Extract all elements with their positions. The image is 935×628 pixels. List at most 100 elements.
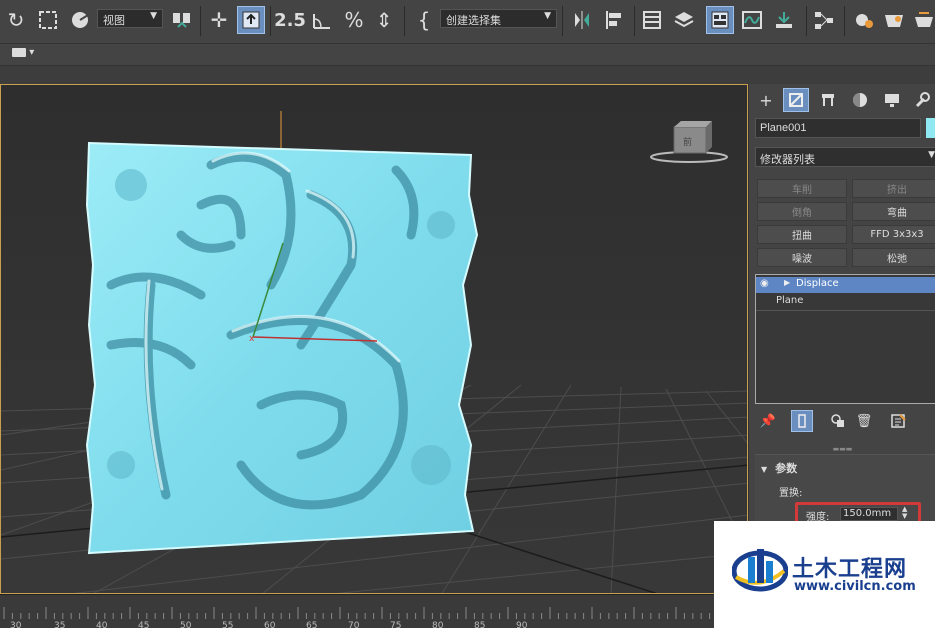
toolbar-divider (562, 6, 563, 36)
modifier-button-noise[interactable]: 噪波 (757, 248, 847, 267)
material-editor-icon[interactable] (850, 6, 878, 34)
timeline-tick-label: 90 (516, 621, 528, 628)
modify-tab-icon[interactable] (783, 88, 809, 112)
paint-select-icon[interactable] (66, 6, 94, 34)
perspective-viewport[interactable]: 前 x (0, 84, 748, 594)
timeline-tick-label: 50 (180, 621, 192, 628)
named-selection-value: 创建选择集 (446, 14, 501, 27)
secondary-toolbar: ▾ (0, 44, 935, 66)
eye-icon[interactable]: ◉ (760, 278, 769, 289)
stack-item-plane[interactable]: Plane (756, 294, 935, 310)
civilcn-logo-icon (732, 549, 788, 592)
configure-modifier-sets-icon[interactable] (887, 410, 909, 432)
make-unique-icon[interactable] (827, 410, 849, 432)
edit-named-selection-icon[interactable]: { (410, 6, 438, 34)
timeline-tick-label: 55 (222, 621, 234, 628)
strength-input[interactable]: 150.0mm (840, 507, 898, 521)
modifier-button-lathe[interactable]: 车削 (757, 179, 847, 198)
panel-resize-handle[interactable]: ▬▬▬ (749, 446, 935, 453)
modifier-button-bend[interactable]: 弯曲 (852, 202, 935, 221)
chevron-down-icon: ▾ (29, 47, 35, 58)
stack-item-label: Plane (776, 295, 804, 306)
mirror-icon[interactable] (568, 6, 596, 34)
curve-editor-icon[interactable] (738, 6, 766, 34)
viewcube-face-icon: 前 (683, 136, 692, 148)
timeline-tick-label: 65 (306, 621, 318, 628)
object-name-input[interactable] (755, 118, 921, 138)
displacement-group-label: 置换: (779, 488, 803, 499)
timeline-tick-label: 40 (96, 621, 108, 628)
spinner-snap-icon[interactable]: ⇕ (370, 6, 398, 34)
named-selection-dropdown[interactable]: 创建选择集 ▼ (440, 9, 557, 28)
timeline-tick-label: 85 (474, 621, 486, 628)
pivot-center-icon[interactable] (168, 6, 196, 34)
relief-plane-object[interactable] (85, 141, 479, 555)
timeline-tick-label: 75 (390, 621, 402, 628)
modifier-button-extrude[interactable]: 挤出 (852, 179, 935, 198)
modifier-list-dropdown[interactable]: 修改器列表 ▼ (755, 147, 935, 167)
snap-toggle-icon[interactable]: 2.5 (274, 6, 306, 34)
scene-explorer-icon[interactable] (638, 6, 666, 34)
timeline-tick-label: 30 (10, 621, 22, 628)
percent-snap-icon[interactable]: % (340, 6, 368, 34)
watermark-url: www.civilcn.com (794, 579, 916, 594)
rollout-header[interactable]: ▼ 参数 (761, 460, 797, 476)
toolbar-divider (200, 6, 201, 36)
angle-snap-icon[interactable] (308, 6, 336, 34)
chevron-down-icon: ▼ (928, 150, 935, 160)
timeline-tick-label: 80 (432, 621, 444, 628)
viewport-canvas: 前 x (1, 85, 747, 593)
main-toolbar: ↻ 视图 ▼ ✛ 2.5 % ⇕ { 创建选择集 ▼ (0, 0, 935, 44)
stack-item-displace[interactable]: ◉ ▶ Displace (756, 277, 935, 293)
expand-triangle-icon[interactable]: ▶ (784, 278, 790, 287)
window-icon (12, 47, 26, 57)
toolbar-divider (844, 6, 845, 36)
utilities-tab-icon[interactable] (909, 88, 935, 112)
render-setup-icon[interactable] (880, 6, 908, 34)
toolbar-divider (806, 6, 807, 36)
move-icon[interactable]: ✛ (205, 6, 233, 34)
dope-sheet-icon[interactable] (770, 6, 798, 34)
gizmo-x-axis-icon: x (249, 334, 255, 344)
snap-label: 2.5 (274, 9, 306, 31)
show-end-result-icon[interactable] (791, 410, 813, 432)
workspace-menu[interactable]: ▾ (12, 47, 34, 58)
motion-tab-icon[interactable] (847, 88, 873, 112)
modifier-button-twist[interactable]: 扭曲 (757, 225, 847, 244)
modifier-stack: ◉ ▶ Displace Plane (755, 274, 935, 404)
timeline-tick-label: 35 (54, 621, 66, 628)
pin-stack-icon[interactable]: 📌 (757, 410, 779, 432)
object-color-swatch[interactable] (926, 118, 935, 138)
chevron-down-icon: ▼ (544, 11, 551, 21)
reference-coord-value: 视图 (103, 14, 125, 27)
align-icon[interactable] (600, 6, 628, 34)
site-watermark: 土木工程网 www.civilcn.com (714, 521, 935, 628)
toolbar-divider (634, 6, 635, 36)
display-tab-icon[interactable] (879, 88, 905, 112)
collapse-triangle-icon: ▼ (761, 465, 768, 474)
toolbar-divider (404, 6, 405, 36)
schematic-view-icon[interactable] (810, 6, 838, 34)
remove-modifier-icon[interactable]: 🗑 (853, 410, 875, 432)
stack-divider (756, 310, 935, 311)
reference-coord-dropdown[interactable]: 视图 ▼ (97, 9, 163, 28)
timeline-tick-label: 60 (264, 621, 276, 628)
rollout-title-label: 参数 (775, 462, 798, 475)
command-panel: + 修改器列表 ▼ 车削 挤出 倒角 弯曲 扭曲 FFD 3x3x3 噪波 松弛… (748, 84, 935, 594)
layer-explorer-icon[interactable] (670, 6, 698, 34)
render-frame-icon[interactable] (910, 6, 935, 34)
modifier-button-bevel[interactable]: 倒角 (757, 202, 847, 221)
select-manipulate-icon[interactable] (237, 6, 265, 34)
modifier-button-relax[interactable]: 松弛 (852, 248, 935, 267)
hierarchy-tab-icon[interactable] (815, 88, 841, 112)
create-tab-icon[interactable]: + (753, 88, 779, 112)
chevron-down-icon: ▼ (150, 11, 157, 21)
undo-icon[interactable]: ↻ (2, 6, 30, 34)
toolbar-divider (270, 6, 271, 36)
toggle-ribbon-icon[interactable] (706, 6, 734, 34)
strength-spinner-icon[interactable]: ▲ ▼ (902, 506, 907, 520)
select-region-icon[interactable] (34, 6, 62, 34)
modifier-button-ffd[interactable]: FFD 3x3x3 (852, 225, 935, 244)
ribbon-area (0, 66, 935, 84)
timeline-tick-label: 70 (348, 621, 360, 628)
